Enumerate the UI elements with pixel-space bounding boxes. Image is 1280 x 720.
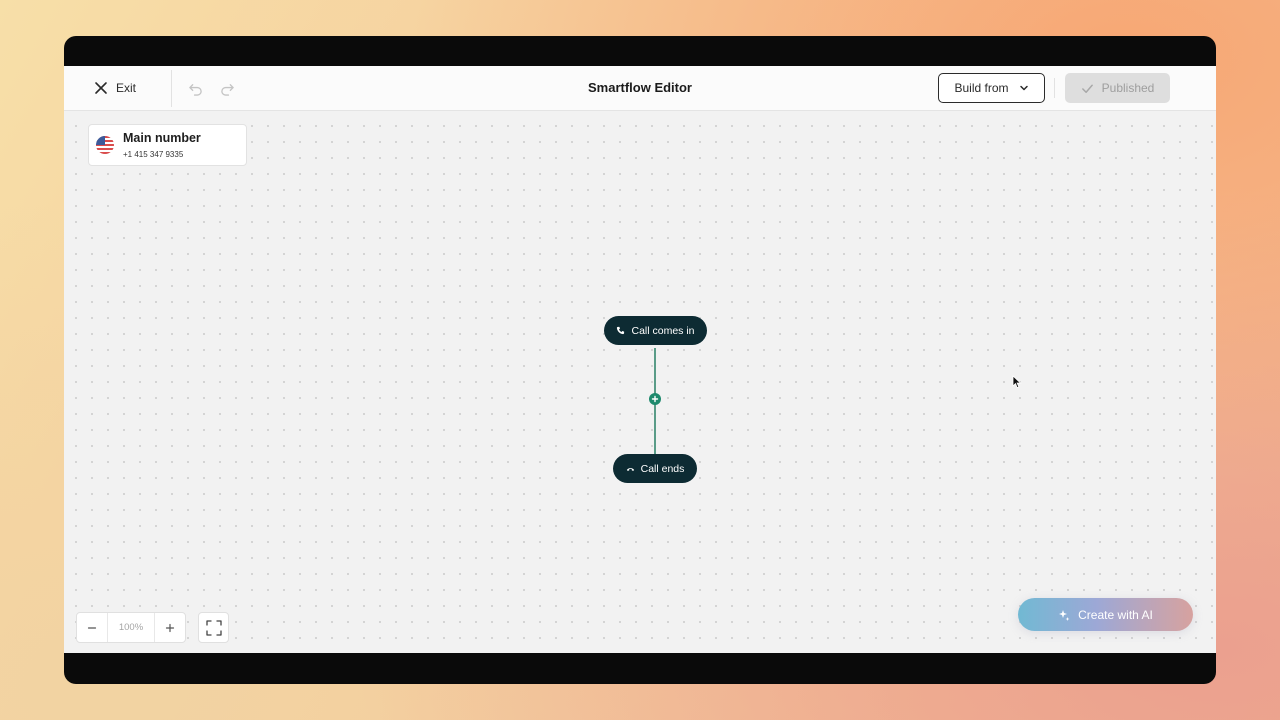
phone-icon xyxy=(617,326,625,335)
flow-canvas[interactable]: Main number +1 415 347 9335 Call comes i… xyxy=(64,112,1216,653)
phone-card-title: Main number xyxy=(123,131,201,145)
check-icon xyxy=(1081,84,1093,93)
create-with-ai-label: Create with AI xyxy=(1078,607,1153,622)
call-ends-label: Call ends xyxy=(640,462,685,475)
chevron-down-icon xyxy=(1019,85,1028,91)
fullscreen-icon xyxy=(205,619,222,636)
us-flag-icon xyxy=(96,136,114,154)
zoom-in-button[interactable] xyxy=(155,613,185,642)
smartflow-editor: Exit Smartflow Editor Build from Publish… xyxy=(64,66,1216,653)
plus-icon xyxy=(165,623,175,632)
build-from-label: Build from xyxy=(954,81,1009,95)
top-toolbar: Exit Smartflow Editor Build from Publish… xyxy=(64,66,1216,111)
add-step-button[interactable] xyxy=(649,393,661,405)
zoom-out-button[interactable] xyxy=(77,613,107,642)
minus-icon xyxy=(87,626,97,629)
call-ends-node[interactable]: Call ends xyxy=(613,454,697,483)
call-comes-in-node[interactable]: Call comes in xyxy=(604,316,707,345)
plus-icon xyxy=(651,395,659,403)
build-from-dropdown[interactable]: Build from xyxy=(938,73,1045,103)
zoom-controls: 100% xyxy=(76,612,186,643)
toolbar-divider xyxy=(1054,78,1055,98)
call-comes-in-label: Call comes in xyxy=(631,324,695,337)
phone-number-card[interactable]: Main number +1 415 347 9335 xyxy=(88,124,247,166)
published-label: Published xyxy=(1101,81,1155,95)
app-window: Exit Smartflow Editor Build from Publish… xyxy=(64,36,1216,684)
hang-up-icon xyxy=(626,468,634,472)
mouse-cursor-icon xyxy=(1012,375,1022,389)
zoom-level: 100% xyxy=(107,613,155,642)
create-with-ai-button[interactable]: Create with AI xyxy=(1018,598,1193,631)
sparkle-icon xyxy=(1059,609,1070,621)
phone-card-number: +1 415 347 9335 xyxy=(123,150,184,159)
fit-to-screen-button[interactable] xyxy=(198,612,229,643)
published-button[interactable]: Published xyxy=(1065,73,1170,103)
